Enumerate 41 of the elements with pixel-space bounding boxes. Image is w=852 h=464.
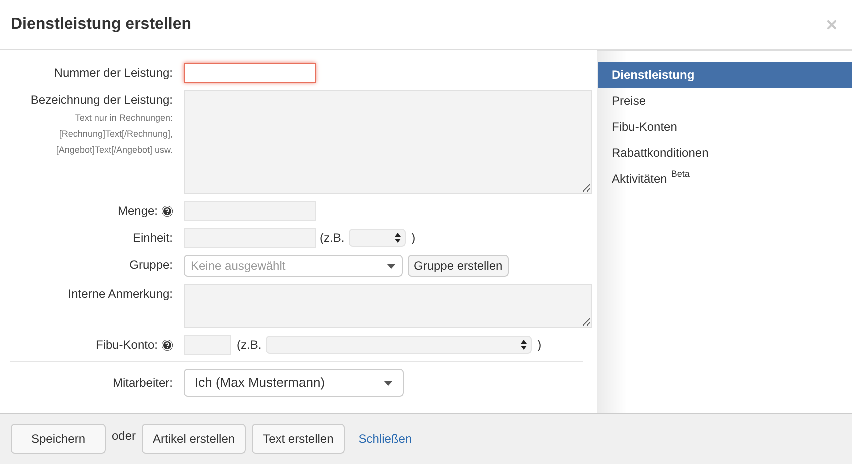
unit-select[interactable] — [348, 229, 406, 247]
sidebar-item[interactable]: Rabattkonditionen — [598, 140, 852, 166]
create-group-button[interactable]: Gruppe erstellen — [408, 255, 509, 277]
footer-button[interactable]: Artikel erstellen — [142, 424, 246, 454]
sidebar-item[interactable]: Aktivitäten Beta — [598, 166, 852, 192]
text-area[interactable] — [184, 284, 592, 328]
field-label: Einheit: — [132, 230, 173, 246]
field-hint: Text nur in Rechnungen: [Rechnung]Text[/Rechnung], [Angebot]Text[/Angebot] usw. — [56, 112, 173, 157]
close-link[interactable]: Schließen — [358, 430, 412, 448]
sidebar-item[interactable]: Dienstleistung — [598, 62, 852, 88]
example-prefix: (z.B. — [237, 337, 262, 353]
spinner-icon — [394, 233, 401, 243]
caret-icon — [384, 380, 393, 386]
text-area[interactable] — [184, 90, 592, 194]
field-label: Gruppe: — [130, 257, 173, 273]
field-label: Nummer der Leistung: — [54, 65, 173, 81]
sidebar-item[interactable]: Fibu-Konten — [598, 114, 852, 140]
text-field[interactable] — [184, 63, 316, 83]
unit-field[interactable] — [184, 228, 316, 248]
field-label: Interne Anmerkung: — [68, 286, 173, 302]
beta-label: Beta — [671, 170, 690, 178]
spinner-icon — [520, 340, 527, 350]
sidebar-item[interactable]: Preise — [598, 88, 852, 114]
field-label: Mitarbeiter: — [112, 375, 174, 392]
close-icon[interactable] — [825, 18, 839, 32]
employee-select[interactable]: Ich (Max Mustermann) — [184, 369, 404, 397]
example-suffix: ) — [412, 230, 416, 246]
account-select[interactable] — [266, 336, 532, 354]
account-field[interactable] — [184, 335, 231, 355]
save-button[interactable]: Speichern — [11, 424, 106, 454]
field-label: Menge: — [118, 203, 158, 219]
field-label: Fibu-Konto: — [96, 337, 158, 353]
help-icon — [162, 206, 173, 216]
dialog-title: Dienstleistung erstellen — [11, 14, 192, 34]
example-suffix: ) — [538, 337, 542, 353]
field-label: Bezeichnung der Leistung: — [30, 92, 173, 108]
help-icon — [162, 340, 173, 350]
caret-icon — [387, 264, 396, 268]
example-prefix: (z.B. — [320, 230, 345, 246]
or-text: oder — [112, 428, 136, 445]
footer-button[interactable]: Text erstellen — [252, 424, 345, 454]
